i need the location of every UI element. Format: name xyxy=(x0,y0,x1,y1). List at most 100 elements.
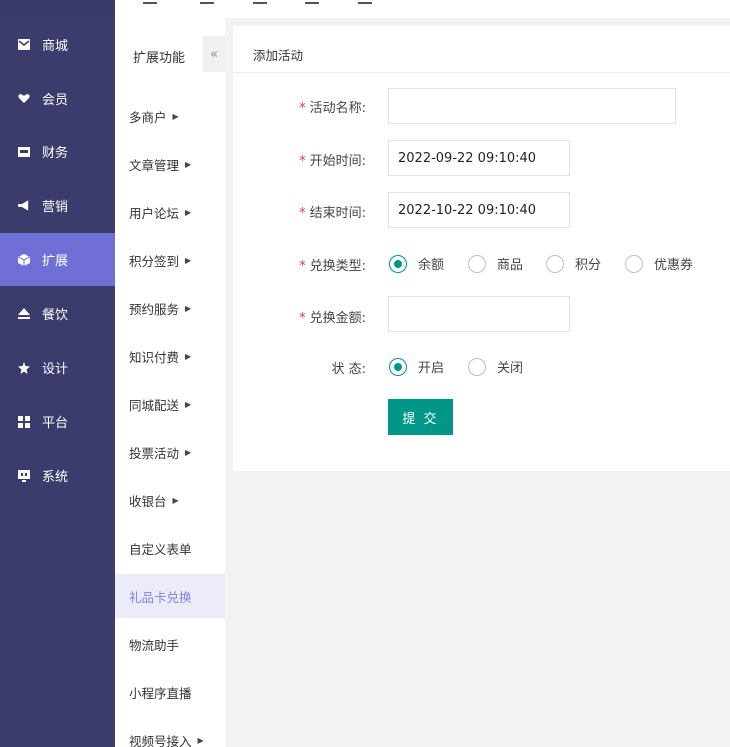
sidebar-item-label: 设计 xyxy=(42,362,69,377)
submenu-item-label: 收银台 xyxy=(129,493,167,509)
submenu-item-label: 同城配送 xyxy=(129,397,180,413)
submenu-item-booking[interactable]: 预约服务 ▶ xyxy=(115,286,225,330)
submenu-item-local-delivery[interactable]: 同城配送 ▶ xyxy=(115,382,225,426)
bell-icon[interactable] xyxy=(305,0,319,4)
submenu-item-custom-form[interactable]: 自定义表单 xyxy=(115,526,225,570)
submenu-item-channels[interactable]: 视频号接入 ▶ xyxy=(115,718,225,747)
top-bar xyxy=(0,0,730,18)
submenu-item-live[interactable]: 小程序直播 xyxy=(115,670,225,714)
submenu-item-label: 自定义表单 xyxy=(129,541,192,557)
exchange-type-label: * 兑换类型: xyxy=(299,259,366,274)
caret-right-icon: ▶ xyxy=(185,159,192,169)
wallet-icon xyxy=(18,146,30,158)
sidebar-item-finance[interactable]: 财务 xyxy=(0,125,115,178)
menu-icon[interactable] xyxy=(143,0,157,4)
sidebar-item-design[interactable]: 设计 xyxy=(0,341,115,394)
radio-circle xyxy=(468,254,486,273)
type-radio-coupon[interactable]: 优惠券 xyxy=(625,254,693,273)
submenu-item-label: 礼品卡兑换 xyxy=(129,589,192,605)
submenu-item-label: 文章管理 xyxy=(129,157,180,173)
type-radio-balance[interactable]: 余额 xyxy=(389,254,444,273)
sidebar-item-catering[interactable]: 餐饮 xyxy=(0,287,115,340)
submenu-item-label: 多商户 xyxy=(129,109,167,125)
radio-circle xyxy=(546,254,564,273)
sidebar-item-member[interactable]: 会员 xyxy=(0,72,115,125)
sidebar-item-label: 系统 xyxy=(42,470,69,485)
submenu-item-voting[interactable]: 投票活动 ▶ xyxy=(115,430,225,474)
activity-name-input[interactable] xyxy=(388,88,676,124)
card-header: 添加活动 xyxy=(233,26,730,73)
caret-right-icon: ▶ xyxy=(185,303,192,313)
amount-label: * 兑换金额: xyxy=(299,311,366,326)
status-label: 状 态: xyxy=(331,362,366,377)
submenu-item-label: 视频号接入 xyxy=(129,733,192,747)
caret-right-icon: ▶ xyxy=(185,399,192,409)
collapse-button[interactable]: « xyxy=(203,36,225,72)
name-label: * 活动名称: xyxy=(299,101,366,116)
sidebar-item-platform[interactable]: 平台 xyxy=(0,395,115,448)
mail-icon xyxy=(18,39,30,51)
status-radio-on[interactable]: 开启 xyxy=(389,357,444,376)
puzzle-icon xyxy=(18,361,30,374)
submenu-item-checkin[interactable]: 积分签到 ▶ xyxy=(115,238,225,282)
submenu-item-forum[interactable]: 用户论坛 ▶ xyxy=(115,190,225,234)
submenu: 扩展功能 « 多商户 ▶ 文章管理 ▶ 用户论坛 ▶ 积分签到 ▶ 预约服务 ▶ 知识付费… xyxy=(115,18,225,747)
caret-right-icon: ▶ xyxy=(185,351,192,361)
submenu-item-logistics[interactable]: 物流助手 xyxy=(115,622,225,666)
page-title: 添加活动 xyxy=(253,48,304,63)
radio-circle xyxy=(625,254,643,273)
status-radio-off[interactable]: 关闭 xyxy=(468,357,523,376)
radio-circle xyxy=(389,254,407,273)
sidebar-item-label: 财务 xyxy=(42,146,69,161)
radio-circle xyxy=(468,357,486,376)
megaphone-icon xyxy=(18,200,30,212)
submenu-item-label: 积分签到 xyxy=(129,253,180,269)
sidebar-item-label: 扩展 xyxy=(42,254,69,269)
submenu-item-merchant[interactable]: 多商户 ▶ xyxy=(115,94,225,138)
double-chevron-left-icon: « xyxy=(210,46,218,62)
end-time-label: * 结束时间: xyxy=(299,206,366,221)
end-time-input[interactable]: 2022-10-22 09:10:40 xyxy=(388,192,570,228)
sidebar-item-label: 营销 xyxy=(42,200,69,215)
sidebar-item-label: 餐饮 xyxy=(42,308,69,323)
submenu-item-articles[interactable]: 文章管理 ▶ xyxy=(115,142,225,186)
caret-right-icon: ▶ xyxy=(197,735,204,745)
submenu-title: 扩展功能 xyxy=(133,51,186,66)
submit-button[interactable]: 提 交 xyxy=(388,399,453,435)
caret-right-icon: ▶ xyxy=(185,255,192,265)
cube-icon xyxy=(18,253,30,266)
submenu-item-label: 投票活动 xyxy=(129,445,180,461)
sidebar-item-label: 平台 xyxy=(42,416,69,431)
start-time-input[interactable]: 2022-09-22 09:10:40 xyxy=(388,140,570,176)
radio-circle xyxy=(389,357,407,376)
grid-icon xyxy=(18,415,30,428)
caret-right-icon: ▶ xyxy=(185,207,192,217)
sidebar-item-mall[interactable]: 商城 xyxy=(0,18,115,71)
refresh-icon[interactable] xyxy=(253,0,267,4)
start-time-label: * 开始时间: xyxy=(299,154,366,169)
exchange-amount-input[interactable] xyxy=(388,296,570,332)
type-radio-points[interactable]: 积分 xyxy=(546,254,601,273)
heart-icon xyxy=(18,93,30,105)
sidebar-item-system[interactable]: 系统 xyxy=(0,449,115,502)
fullscreen-icon[interactable] xyxy=(200,0,214,4)
sidebar-item-marketing[interactable]: 营销 xyxy=(0,179,115,232)
caret-right-icon: ▶ xyxy=(185,447,192,457)
caret-right-icon: ▶ xyxy=(172,111,179,121)
sidebar-item-label: 会员 xyxy=(42,93,69,108)
eject-icon xyxy=(18,308,30,320)
submenu-item-gift-card[interactable]: 礼品卡兑换 xyxy=(115,574,225,618)
sidebar-item-extension[interactable]: 扩展 xyxy=(0,233,115,286)
submenu-item-label: 预约服务 xyxy=(129,301,180,317)
caret-right-icon: ▶ xyxy=(172,495,179,505)
submenu-item-paid-knowledge[interactable]: 知识付费 ▶ xyxy=(115,334,225,378)
type-radio-goods[interactable]: 商品 xyxy=(468,254,523,273)
lock-icon[interactable] xyxy=(358,0,372,4)
submenu-item-cashier[interactable]: 收银台 ▶ xyxy=(115,478,225,522)
submenu-item-label: 用户论坛 xyxy=(129,205,180,221)
submenu-item-label: 小程序直播 xyxy=(129,685,192,701)
submenu-item-label: 物流助手 xyxy=(129,637,180,653)
submenu-item-label: 知识付费 xyxy=(129,349,180,365)
monitor-icon xyxy=(18,469,30,482)
main-sidebar: 商城 会员 财务 营销 扩展 餐饮 设计 平台 系统 xyxy=(0,18,115,747)
